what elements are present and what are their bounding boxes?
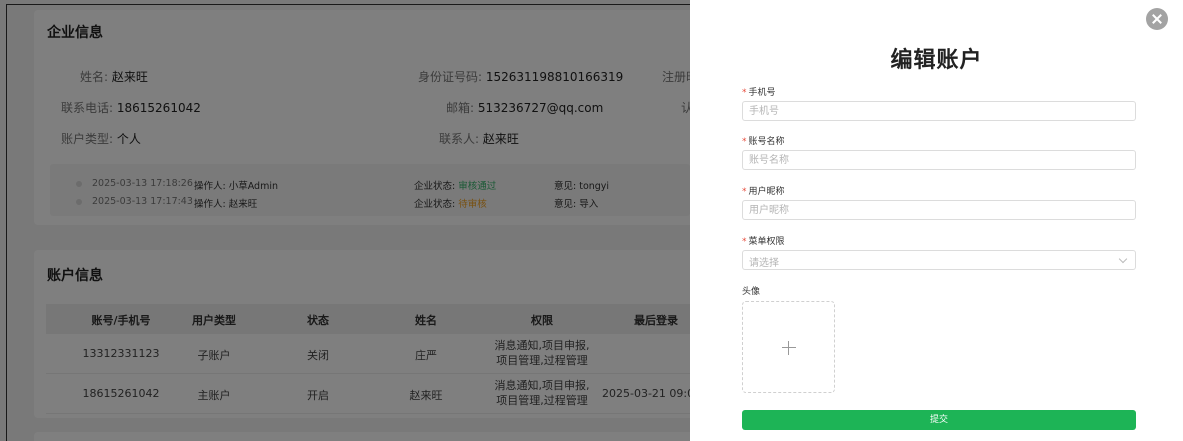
account-name-field-label: * 账号名称 xyxy=(742,134,785,147)
account-name-field-label-text: 账号名称 xyxy=(748,137,785,147)
chevron-down-icon xyxy=(1118,254,1128,264)
phone-field-label: * 手机号 xyxy=(742,85,776,98)
account-name-input[interactable] xyxy=(742,150,1136,170)
nickname-input[interactable] xyxy=(742,200,1136,220)
phone-field-label-text: 手机号 xyxy=(748,88,776,98)
menu-permission-field-label-text: 菜单权限 xyxy=(748,237,785,247)
plus-icon xyxy=(782,341,796,355)
nickname-field-label-text: 用户昵称 xyxy=(748,187,785,197)
submit-button[interactable]: 提交 xyxy=(742,410,1136,430)
required-mark: * xyxy=(742,88,747,98)
avatar-field-label: 头像 xyxy=(742,287,761,297)
menu-permission-field-label: * 菜单权限 xyxy=(742,234,785,247)
required-mark: * xyxy=(742,137,747,147)
modal-overlay[interactable] xyxy=(0,0,690,441)
required-mark: * xyxy=(742,187,747,197)
close-icon[interactable] xyxy=(1146,8,1168,30)
required-mark: * xyxy=(742,237,747,247)
nickname-field-label: * 用户昵称 xyxy=(742,184,785,197)
phone-input[interactable] xyxy=(742,101,1136,121)
menu-permission-select[interactable]: 请选择 xyxy=(742,250,1136,270)
drawer-title: 编辑账户 xyxy=(890,48,983,73)
select-placeholder: 请选择 xyxy=(749,258,779,269)
avatar-upload[interactable] xyxy=(742,301,835,393)
